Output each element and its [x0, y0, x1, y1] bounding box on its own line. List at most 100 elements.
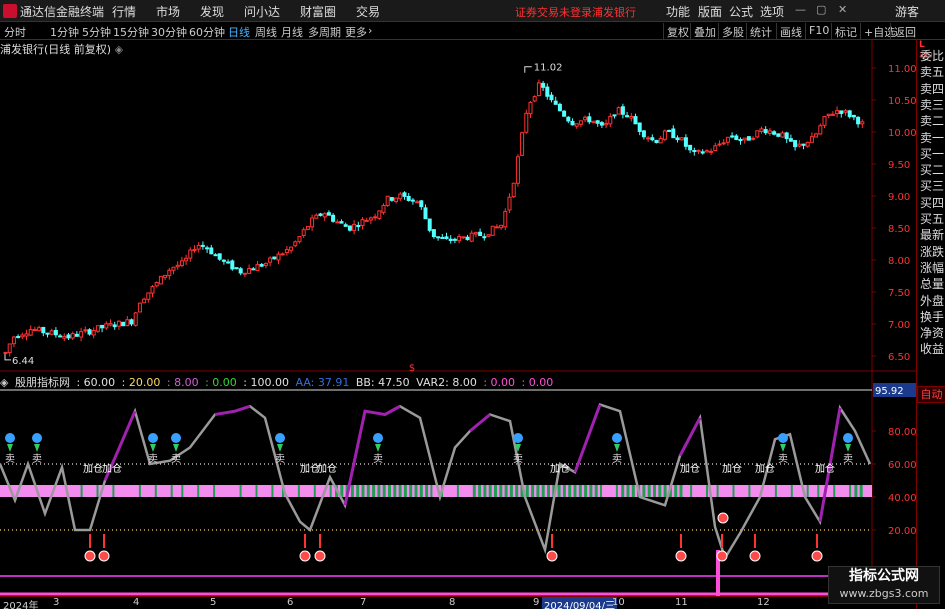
- candle-body: [637, 122, 642, 132]
- candle-body: [431, 229, 436, 238]
- period-1min[interactable]: 1分钟: [50, 24, 79, 40]
- side-panel-item[interactable]: 卖二: [917, 113, 945, 129]
- side-panel-item[interactable]: 买四: [917, 195, 945, 211]
- side-panel-item[interactable]: 卖一: [917, 130, 945, 146]
- low-price-label: 6.44: [12, 356, 34, 367]
- price-tick-label: 9.50: [888, 160, 910, 171]
- period-15min[interactable]: 15分钟: [113, 24, 149, 40]
- mark-button[interactable]: 标记: [831, 23, 860, 39]
- period-toolbar: 分时 1分钟 5分钟 15分钟 30分钟 60分钟 日线 周线 月线 多周期 更…: [0, 22, 945, 40]
- auto-button[interactable]: 自动: [917, 386, 945, 403]
- period-5min[interactable]: 5分钟: [82, 24, 111, 40]
- menu-formula[interactable]: 公式: [729, 3, 753, 20]
- overlay-button[interactable]: 叠加: [690, 23, 719, 39]
- side-panel-item[interactable]: 涨跌: [917, 244, 945, 260]
- date-tick: 6: [287, 597, 294, 608]
- side-panel-item[interactable]: 买三: [917, 178, 945, 194]
- candle-body: [721, 142, 726, 145]
- candle-body: [826, 113, 831, 116]
- side-panel-item[interactable]: 涨幅: [917, 260, 945, 276]
- candle-body: [591, 120, 596, 124]
- candle-body: [801, 143, 806, 146]
- menu-trade[interactable]: 交易: [356, 3, 380, 20]
- title-bar: 通达信金融终端 行情 市场 发现 问小达 财富圈 交易 证券交易未登录 浦发银行…: [0, 0, 945, 22]
- candle-body: [20, 334, 25, 338]
- chart-settings-icon[interactable]: ◈: [115, 43, 123, 56]
- menu-layout[interactable]: 版面: [698, 3, 722, 20]
- menu-market[interactable]: 市场: [156, 3, 180, 20]
- menu-discover[interactable]: 发现: [200, 3, 224, 20]
- side-panel-item[interactable]: 买五: [917, 211, 945, 227]
- band-tick: [377, 485, 381, 497]
- side-panel-item[interactable]: 卖五: [917, 64, 945, 80]
- menu-quotes[interactable]: 行情: [112, 3, 136, 20]
- side-panel-item[interactable]: 买一: [917, 146, 945, 162]
- candle-body: [486, 234, 491, 237]
- trading-terminal: 通达信金融终端 行情 市场 发现 问小达 财富圈 交易 证券交易未登录 浦发银行…: [0, 0, 945, 609]
- sell-label: 卖: [171, 453, 181, 465]
- side-panel-item[interactable]: 换手: [917, 309, 945, 325]
- candle-body: [62, 335, 67, 339]
- band-tick: [525, 485, 529, 497]
- side-panel-item[interactable]: 净资: [917, 325, 945, 341]
- candle-body: [108, 322, 113, 326]
- side-panel-item[interactable]: 买二: [917, 162, 945, 178]
- draw-button[interactable]: 画线: [776, 23, 805, 39]
- kline-chart[interactable]: 11.00 10.50 10.00 9.50 9.00 8.50 8.00 7.50 7.00 6…: [0, 40, 916, 609]
- period-multi[interactable]: 多周期: [308, 24, 341, 40]
- f10-button[interactable]: F10: [805, 23, 832, 39]
- close-icon[interactable]: ✕: [838, 3, 847, 16]
- candle-body: [570, 120, 575, 126]
- candle-body: [511, 182, 516, 198]
- candle-body: [494, 226, 499, 229]
- indicator-value: : 0.00: [205, 376, 237, 389]
- back-button[interactable]: 返回: [890, 23, 919, 39]
- side-panel-item[interactable]: 收益: [917, 341, 945, 357]
- side-panel-item[interactable]: 总量: [917, 276, 945, 292]
- menu-options[interactable]: 选项: [760, 3, 784, 20]
- login-notice[interactable]: 证券交易未登录: [515, 4, 592, 20]
- period-timeshare[interactable]: 分时: [4, 24, 26, 40]
- stats-button[interactable]: 统计: [746, 23, 775, 39]
- side-panel-item[interactable]: 委比: [917, 48, 945, 64]
- candle-body: [373, 216, 378, 219]
- candle-body: [667, 129, 672, 132]
- guest-button[interactable]: 游客: [895, 3, 919, 20]
- date-tick: 11: [675, 597, 688, 608]
- indicator-settings-icon[interactable]: ◈: [0, 376, 8, 389]
- menu-ask[interactable]: 问小达: [244, 3, 280, 20]
- candle-body: [524, 112, 529, 133]
- adjust-button[interactable]: 复权: [663, 23, 692, 39]
- period-more[interactable]: 更多: [345, 24, 367, 40]
- candle-body: [553, 100, 558, 105]
- minimize-icon[interactable]: —: [795, 3, 806, 16]
- band-tick: [456, 485, 459, 497]
- candle-body: [154, 282, 159, 287]
- restore-icon[interactable]: ▢: [816, 3, 826, 16]
- band-tick: [271, 485, 274, 497]
- main-chart-title: 浦发银行(日线 前复权): [0, 43, 112, 56]
- app-title: 通达信金融终端: [20, 5, 105, 19]
- side-panel-item[interactable]: 卖三: [917, 97, 945, 113]
- high-marker: [524, 66, 532, 73]
- period-monthly[interactable]: 月线: [281, 24, 303, 40]
- period-30min[interactable]: 30分钟: [151, 24, 187, 40]
- menu-wealth[interactable]: 财富圈: [300, 3, 336, 20]
- candle-body: [263, 262, 268, 266]
- menu-function[interactable]: 功能: [666, 3, 690, 20]
- period-daily[interactable]: 日线: [228, 24, 250, 40]
- buy-marker-icon: [98, 550, 110, 562]
- side-panel-item[interactable]: 卖四: [917, 81, 945, 97]
- candle-body: [482, 236, 487, 239]
- period-weekly[interactable]: 周线: [255, 24, 277, 40]
- sell-marker-icon: [778, 433, 788, 443]
- candle-body: [448, 238, 453, 242]
- chevron-right-icon[interactable]: ›: [368, 24, 372, 37]
- side-panel-item[interactable]: 最新: [917, 227, 945, 243]
- period-60min[interactable]: 60分钟: [189, 24, 225, 40]
- candle-body: [793, 140, 798, 148]
- side-panel-item[interactable]: 外盘: [917, 293, 945, 309]
- band-tick: [653, 485, 656, 497]
- multi-stock-button[interactable]: 多股: [718, 23, 747, 39]
- buy-marker-icon: [811, 550, 823, 562]
